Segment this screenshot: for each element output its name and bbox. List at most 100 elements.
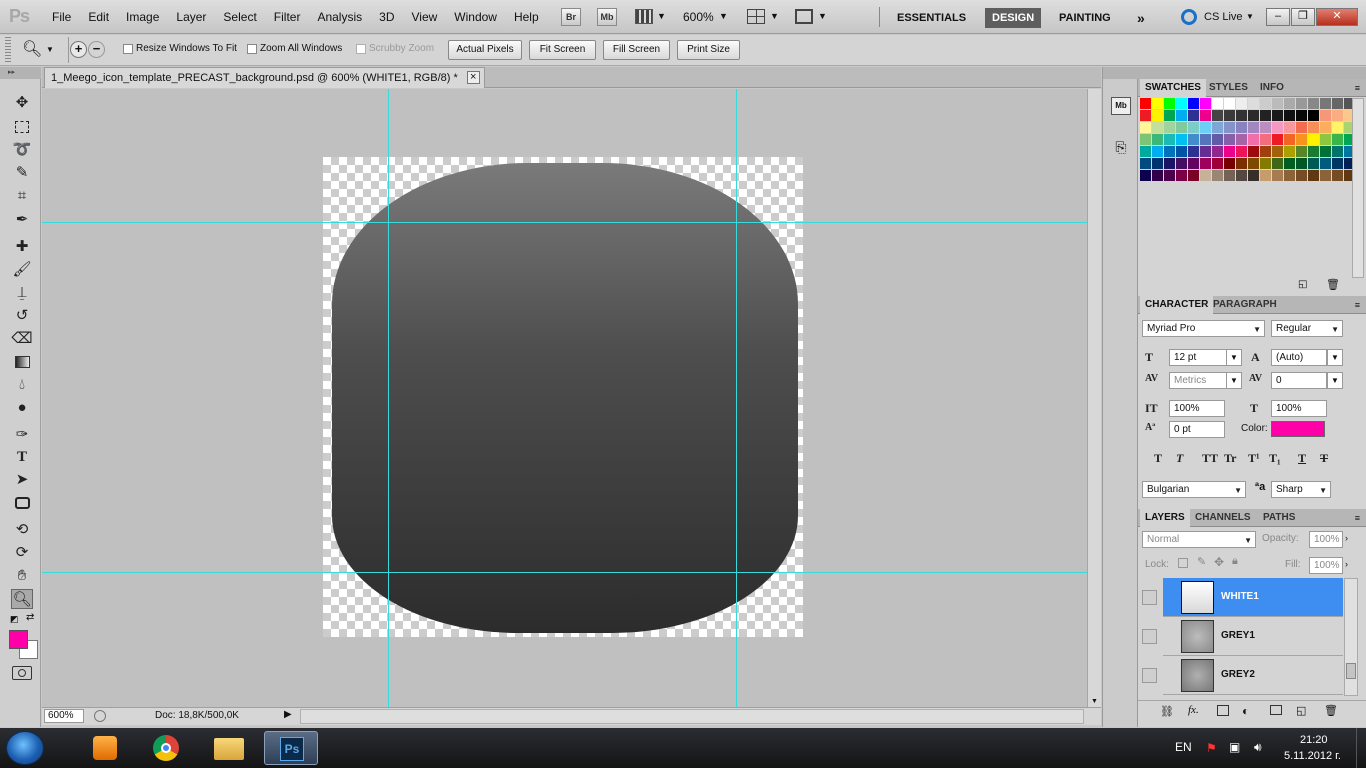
chevron-down-icon[interactable]: ▼ (770, 11, 779, 21)
faux-bold-icon[interactable]: T (1154, 451, 1162, 466)
eyedropper-tool-icon[interactable]: ✒ (11, 210, 33, 230)
zoom-tool-icon[interactable]: 🔍︎ (22, 39, 42, 59)
tracking-dropdown[interactable]: ▼ (1327, 372, 1343, 389)
3d-rotate-tool-icon[interactable]: ⟲ (11, 520, 33, 540)
chevron-down-icon[interactable]: ▼ (657, 11, 666, 21)
new-group-icon[interactable] (1270, 705, 1282, 715)
font-style-select[interactable]: Regular (1271, 320, 1343, 337)
fill-screen-button[interactable]: Fill Screen (603, 40, 670, 60)
color-swatch[interactable] (1272, 146, 1283, 157)
color-swatch[interactable] (1260, 110, 1271, 121)
color-swatch[interactable] (1236, 146, 1247, 157)
color-swatch[interactable] (1152, 134, 1163, 145)
tab-channels[interactable]: CHANNELS (1190, 509, 1256, 527)
color-swatch[interactable] (1296, 110, 1307, 121)
guide-horizontal[interactable] (42, 572, 1087, 573)
fit-screen-button[interactable]: Fit Screen (529, 40, 596, 60)
color-swatch[interactable] (1284, 110, 1295, 121)
lock-position-icon[interactable]: ✥ (1214, 555, 1224, 569)
zoom-all-windows-checkbox[interactable] (247, 44, 257, 54)
superscript-icon[interactable]: T¹ (1248, 451, 1260, 466)
font-family-select[interactable]: Myriad Pro (1142, 320, 1265, 337)
color-swatch[interactable] (1188, 98, 1199, 109)
color-swatch[interactable] (1236, 98, 1247, 109)
color-swatch[interactable] (1164, 134, 1175, 145)
marquee-tool-icon[interactable] (15, 121, 29, 133)
color-swatch[interactable] (1164, 98, 1175, 109)
menu-select[interactable]: Select (223, 10, 256, 24)
chrome-icon[interactable] (140, 731, 194, 765)
color-swatch[interactable] (1332, 146, 1343, 157)
type-tool-icon[interactable]: T (11, 447, 33, 467)
link-layers-icon[interactable]: ⛓︎ (1160, 705, 1174, 718)
color-swatch[interactable] (1188, 158, 1199, 169)
collapse-tools-icon[interactable]: ▸▸ (0, 67, 41, 79)
color-swatch[interactable] (1224, 122, 1235, 133)
color-swatch[interactable] (1212, 170, 1223, 181)
color-swatch[interactable] (1152, 122, 1163, 133)
color-swatch[interactable] (1272, 110, 1283, 121)
status-menu-arrow-icon[interactable]: ▶ (284, 709, 292, 720)
horizontal-scale-field[interactable]: 100% (1271, 400, 1327, 417)
vertical-scrollbar[interactable]: ▼ (1087, 89, 1101, 707)
language-indicator[interactable]: EN (1175, 740, 1192, 754)
color-swatch[interactable] (1188, 134, 1199, 145)
color-swatch[interactable] (1308, 110, 1319, 121)
color-swatch[interactable] (1248, 110, 1259, 121)
color-swatch[interactable] (1188, 122, 1199, 133)
status-zoom-field[interactable]: 600% (44, 709, 84, 723)
path-selection-tool-icon[interactable]: ➤ (11, 470, 33, 490)
menu-layer[interactable]: Layer (176, 10, 206, 24)
color-swatch[interactable] (1248, 158, 1259, 169)
menu-file[interactable]: File (52, 10, 71, 24)
document-tab[interactable]: 1_Meego_icon_template_PRECAST_background… (44, 67, 485, 88)
eraser-tool-icon[interactable]: ⌫ (11, 329, 33, 349)
color-swatch[interactable] (1260, 158, 1271, 169)
faux-italic-icon[interactable]: T (1176, 451, 1183, 466)
color-swatch[interactable] (1224, 134, 1235, 145)
color-swatch[interactable] (1224, 98, 1235, 109)
color-swatch[interactable] (1320, 146, 1331, 157)
color-swatch[interactable] (1152, 146, 1163, 157)
color-swatch[interactable] (1284, 158, 1295, 169)
workspace-design[interactable]: DESIGN (985, 8, 1042, 28)
new-swatch-icon[interactable]: ◱ (1298, 279, 1307, 290)
menu-window[interactable]: Window (454, 10, 497, 24)
hand-tool-icon[interactable]: ✋︎ (11, 566, 33, 586)
color-swatch[interactable] (1140, 110, 1151, 121)
color-swatch[interactable] (1332, 170, 1343, 181)
color-swatch[interactable] (1272, 134, 1283, 145)
color-swatch[interactable] (1332, 134, 1343, 145)
minibridge-button[interactable]: Mb (597, 8, 617, 26)
color-swatch[interactable] (1320, 98, 1331, 109)
color-swatch[interactable] (1224, 158, 1235, 169)
color-swatch[interactable] (1248, 170, 1259, 181)
tab-swatches[interactable]: SWATCHES (1140, 79, 1206, 97)
color-swatch[interactable] (1164, 122, 1175, 133)
color-swatch[interactable] (1272, 98, 1283, 109)
chevron-down-icon[interactable]: ▼ (719, 11, 728, 21)
visibility-toggle[interactable] (1142, 590, 1157, 605)
photoshop-taskbar-icon[interactable]: Ps (264, 731, 318, 765)
zoom-in-icon[interactable]: + (70, 41, 87, 58)
workspace-essentials[interactable]: ESSENTIALS (897, 8, 966, 28)
kerning-dropdown[interactable]: ▼ (1226, 372, 1242, 389)
color-swatch[interactable] (1212, 110, 1223, 121)
show-desktop-button[interactable] (1356, 728, 1366, 768)
color-swatch[interactable] (1296, 98, 1307, 109)
color-swatch[interactable] (1308, 98, 1319, 109)
color-swatch[interactable] (1248, 134, 1259, 145)
text-color-swatch[interactable] (1271, 421, 1325, 437)
layer-mask-icon[interactable] (1217, 705, 1229, 716)
horizontal-scrollbar[interactable] (300, 709, 1084, 724)
volume-icon[interactable]: 🔊︎ (1254, 740, 1262, 755)
color-swatch[interactable] (1260, 146, 1271, 157)
explorer-icon[interactable] (202, 731, 256, 765)
chevron-down-icon[interactable]: ▼ (46, 45, 54, 54)
foreground-color-swatch[interactable] (9, 630, 28, 649)
color-swatch[interactable] (1164, 110, 1175, 121)
close-document-button[interactable]: × (466, 71, 480, 84)
menu-filter[interactable]: Filter (274, 10, 301, 24)
chevron-down-icon[interactable]: ▼ (818, 11, 827, 21)
color-swatch[interactable] (1176, 146, 1187, 157)
